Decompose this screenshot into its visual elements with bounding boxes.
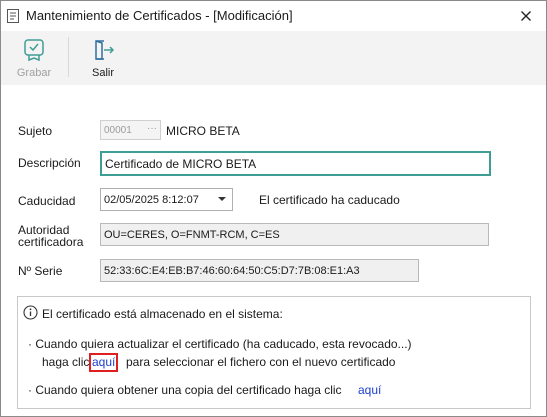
description-value: Certificado de MICRO BETA — [105, 156, 257, 171]
serial-value: 52:33:6C:E4:EB:B7:46:60:64:50:C5:D7:7B:0… — [104, 264, 360, 277]
document-icon — [7, 9, 19, 23]
update-instruction-suffix: para seleccionar el fichero con el nuevo… — [126, 355, 396, 369]
description-input[interactable]: Certificado de MICRO BETA — [100, 151, 491, 176]
save-label: Grabar — [16, 67, 52, 79]
update-instruction-prefix: haga clic — [42, 355, 90, 369]
serial-label: Nº Serie — [18, 264, 63, 278]
title-bar: Mantenimiento de Certificados - [Modific… — [1, 1, 546, 31]
authority-label-line2: certificadora — [18, 235, 84, 249]
info-heading: El certificado está almacenado en el sis… — [42, 307, 283, 321]
subject-label: Sujeto — [18, 124, 53, 138]
serial-field: 52:33:6C:E4:EB:B7:46:60:64:50:C5:D7:7B:0… — [100, 259, 419, 282]
info-box: El certificado está almacenado en el sis… — [17, 296, 531, 409]
update-instruction-line1: · Cuando quiera actualizar el certificad… — [28, 337, 412, 351]
copy-certificate-link[interactable]: aquí — [358, 383, 381, 397]
lookup-dots-icon: ··· — [147, 123, 157, 134]
authority-field: OU=CERES, O=FNMT-RCM, C=ES — [100, 223, 489, 246]
expiry-label: Caducidad — [18, 194, 76, 208]
save-button[interactable]: Grabar — [12, 35, 56, 81]
exit-label: Salir — [91, 67, 114, 79]
save-certificate-icon — [24, 39, 44, 62]
chevron-down-icon[interactable] — [218, 197, 226, 201]
close-icon[interactable] — [521, 11, 531, 21]
subject-name: MICRO BETA — [166, 124, 240, 138]
expiry-status-text: El certificado ha caducado — [259, 193, 400, 207]
update-certificate-link[interactable]: aquí — [89, 353, 119, 372]
window-title: Mantenimiento de Certificados - [Modific… — [26, 8, 293, 23]
authority-label: Autoridad certificadora — [18, 224, 83, 248]
exit-button[interactable]: Salir — [81, 35, 125, 81]
toolbar: Grabar Salir — [1, 31, 546, 85]
info-icon — [23, 305, 38, 320]
subject-code-field: 00001 ··· — [100, 120, 161, 140]
description-label: Descripción — [18, 156, 81, 170]
toolbar-separator — [68, 37, 69, 77]
exit-door-icon — [95, 40, 115, 60]
expiry-date-value: 02/05/2025 8:12:07 — [104, 193, 199, 206]
subject-code-value: 00001 — [104, 124, 132, 136]
copy-instruction: · Cuando quiera obtener una copia del ce… — [28, 383, 342, 397]
certificate-window: Mantenimiento de Certificados - [Modific… — [0, 0, 547, 417]
expiry-date-picker[interactable]: 02/05/2025 8:12:07 — [100, 188, 233, 211]
close-button[interactable] — [512, 4, 540, 28]
authority-value: OU=CERES, O=FNMT-RCM, C=ES — [104, 228, 280, 241]
